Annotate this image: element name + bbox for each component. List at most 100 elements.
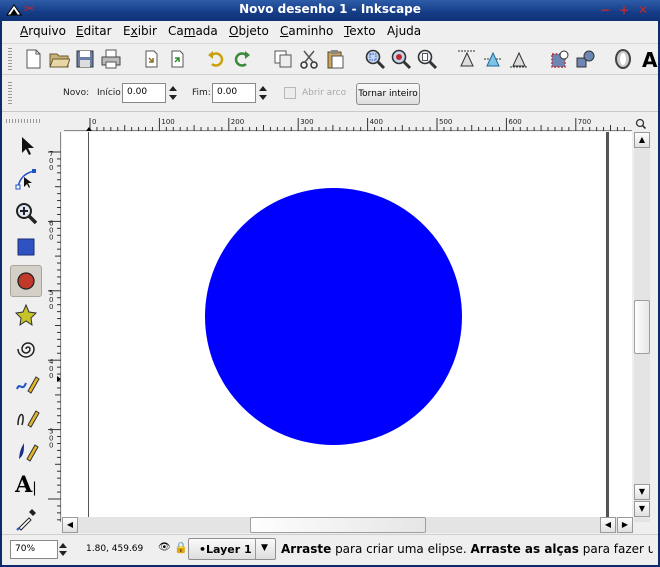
end-input[interactable]: 0.00 [212,83,256,103]
open-folder-icon[interactable] [48,48,70,70]
zoom-spin-arrows-icon[interactable] [58,540,68,559]
toolbox-handle[interactable] [6,119,40,123]
vertical-ruler[interactable]: 700600500400300 [46,132,61,522]
window-title: Novo desenho 1 - Inkscape [239,2,421,16]
main-frame: Arquivo Editar Exibir Camada Objeto Cami… [2,21,658,565]
ellipse-tool-icon [17,272,35,290]
rectangle-tool-icon[interactable] [10,231,42,263]
title-bar[interactable]: ✂ Novo desenho 1 - Inkscape − + ✕ [0,0,660,21]
h-ruler-label: 500 [439,118,452,126]
selector-icon[interactable] [10,129,42,161]
menu-exibir[interactable]: Exibir [123,24,157,38]
status-msg-text-1: para criar uma elipse. [331,542,471,556]
status-msg-text-2: para fazer um a [582,542,653,556]
print-icon[interactable] [100,48,122,70]
horizontal-ruler[interactable]: 0 100 200 300 400 500 600 700 [64,116,632,131]
vertical-scroll-thumb[interactable] [634,300,650,354]
align-top-icon[interactable] [456,48,478,70]
drawing-canvas[interactable] [62,132,632,522]
h-ruler-label: 0 [92,118,96,126]
paste-icon[interactable] [324,48,346,70]
blue-circle[interactable] [205,188,462,445]
v-ruler-label: 0 [49,164,53,172]
xml-editor-icon[interactable] [574,48,596,70]
scroll-right-button[interactable]: ▶ [617,517,633,533]
dropper-tool-icon[interactable] [10,503,42,535]
zoom-page-icon[interactable] [416,48,438,70]
new-document-icon[interactable] [22,48,44,70]
make-whole-button[interactable]: Tornar inteiro [356,83,420,105]
menu-ajuda[interactable]: Ajuda [387,24,421,38]
align-center-icon[interactable] [482,48,504,70]
preferences-icon[interactable] [612,48,634,70]
toolbar-handle[interactable] [8,48,12,72]
close-icon[interactable]: ✕ [636,3,650,17]
h-ruler-label: 400 [370,118,383,126]
v-ruler-label: 0 [49,372,53,380]
scroll-left-button-2[interactable]: ◀ [600,517,616,533]
h-ruler-label: 300 [300,118,313,126]
calligraphy-tool-icon[interactable] [10,435,42,467]
pen-tool-icon[interactable] [10,401,42,433]
menu-arquivo[interactable]: Arquivo [20,24,66,38]
menu-texto[interactable]: Texto [344,24,376,38]
menu-bar: Arquivo Editar Exibir Camada Objeto Cami… [2,21,658,43]
menu-caminho[interactable]: Caminho [280,24,333,38]
horizontal-scroll-thumb[interactable] [250,517,426,533]
zoom-tool-icon[interactable] [10,197,42,229]
h-ruler-label: 700 [578,118,591,126]
start-label: Início: [97,88,124,98]
star-tool-icon[interactable] [10,299,42,331]
minimize-icon[interactable]: − [598,3,612,17]
scroll-left-button[interactable]: ◀ [62,517,78,533]
start-input[interactable]: 0.00 [122,83,166,103]
vertical-ruler-ticks: 700600500400300 [48,150,61,521]
start-spin-arrows-icon[interactable] [168,83,178,103]
controls-handle[interactable] [8,82,12,106]
save-icon[interactable] [74,48,96,70]
export-icon[interactable] [166,48,188,70]
zoom-field[interactable]: 70% [10,540,58,559]
layer-selector[interactable]: •Layer 1 ▼ [188,538,276,560]
zoom-selection-icon[interactable] [364,48,386,70]
toolbox: A| [2,113,48,536]
cursor-coordinates: 1.80, 459.69 [86,544,144,554]
v-ruler-label: 0 [49,303,53,311]
scroll-down-button[interactable]: ▼ [634,484,650,500]
h-ruler-label: 100 [161,118,174,126]
vertical-scrollbar[interactable]: ▲ ▼ ▼ [634,132,650,522]
page-border-left [88,132,89,522]
undo-icon[interactable] [205,48,227,70]
lock-icon[interactable]: 🔒 [174,541,188,554]
horizontal-scrollbar[interactable]: ◀ ◀ ▶ [62,517,633,533]
h-ruler-label: 600 [508,118,521,126]
cut-icon[interactable] [298,48,320,70]
duplicate-icon[interactable] [272,48,294,70]
zoom-drawing-icon[interactable] [390,48,412,70]
overflow-glyph: A [642,48,658,72]
end-spin-arrows-icon[interactable] [258,83,268,103]
menu-objeto[interactable]: Objeto [229,24,269,38]
zoom-corner-icon[interactable] [634,117,648,131]
status-msg-bold-1: Arraste [281,542,332,556]
layer-name: •Layer 1 [199,543,252,556]
menu-camada[interactable]: Camada [168,24,218,38]
open-arc-label: Abrir arco [302,88,347,98]
page-border-right [606,132,609,522]
scroll-up-button[interactable]: ▲ [634,132,650,148]
spiral-tool-icon[interactable] [10,333,42,365]
redo-icon[interactable] [231,48,253,70]
maximize-icon[interactable]: + [617,3,631,17]
node-editor-icon[interactable] [10,163,42,195]
menu-editar[interactable]: Editar [76,24,112,38]
fill-stroke-icon[interactable] [548,48,570,70]
ellipse-tool-button[interactable] [10,265,42,297]
open-arc-checkbox[interactable] [284,87,296,99]
scroll-down-button-2[interactable]: ▼ [634,501,650,517]
align-bottom-icon[interactable] [508,48,530,70]
pencil-tool-icon[interactable] [10,367,42,399]
v-ruler-label: 0 [49,233,53,241]
visibility-eye-icon[interactable]: 👁 [158,542,171,553]
import-icon[interactable] [140,48,162,70]
text-tool-icon[interactable]: A| [10,469,42,501]
